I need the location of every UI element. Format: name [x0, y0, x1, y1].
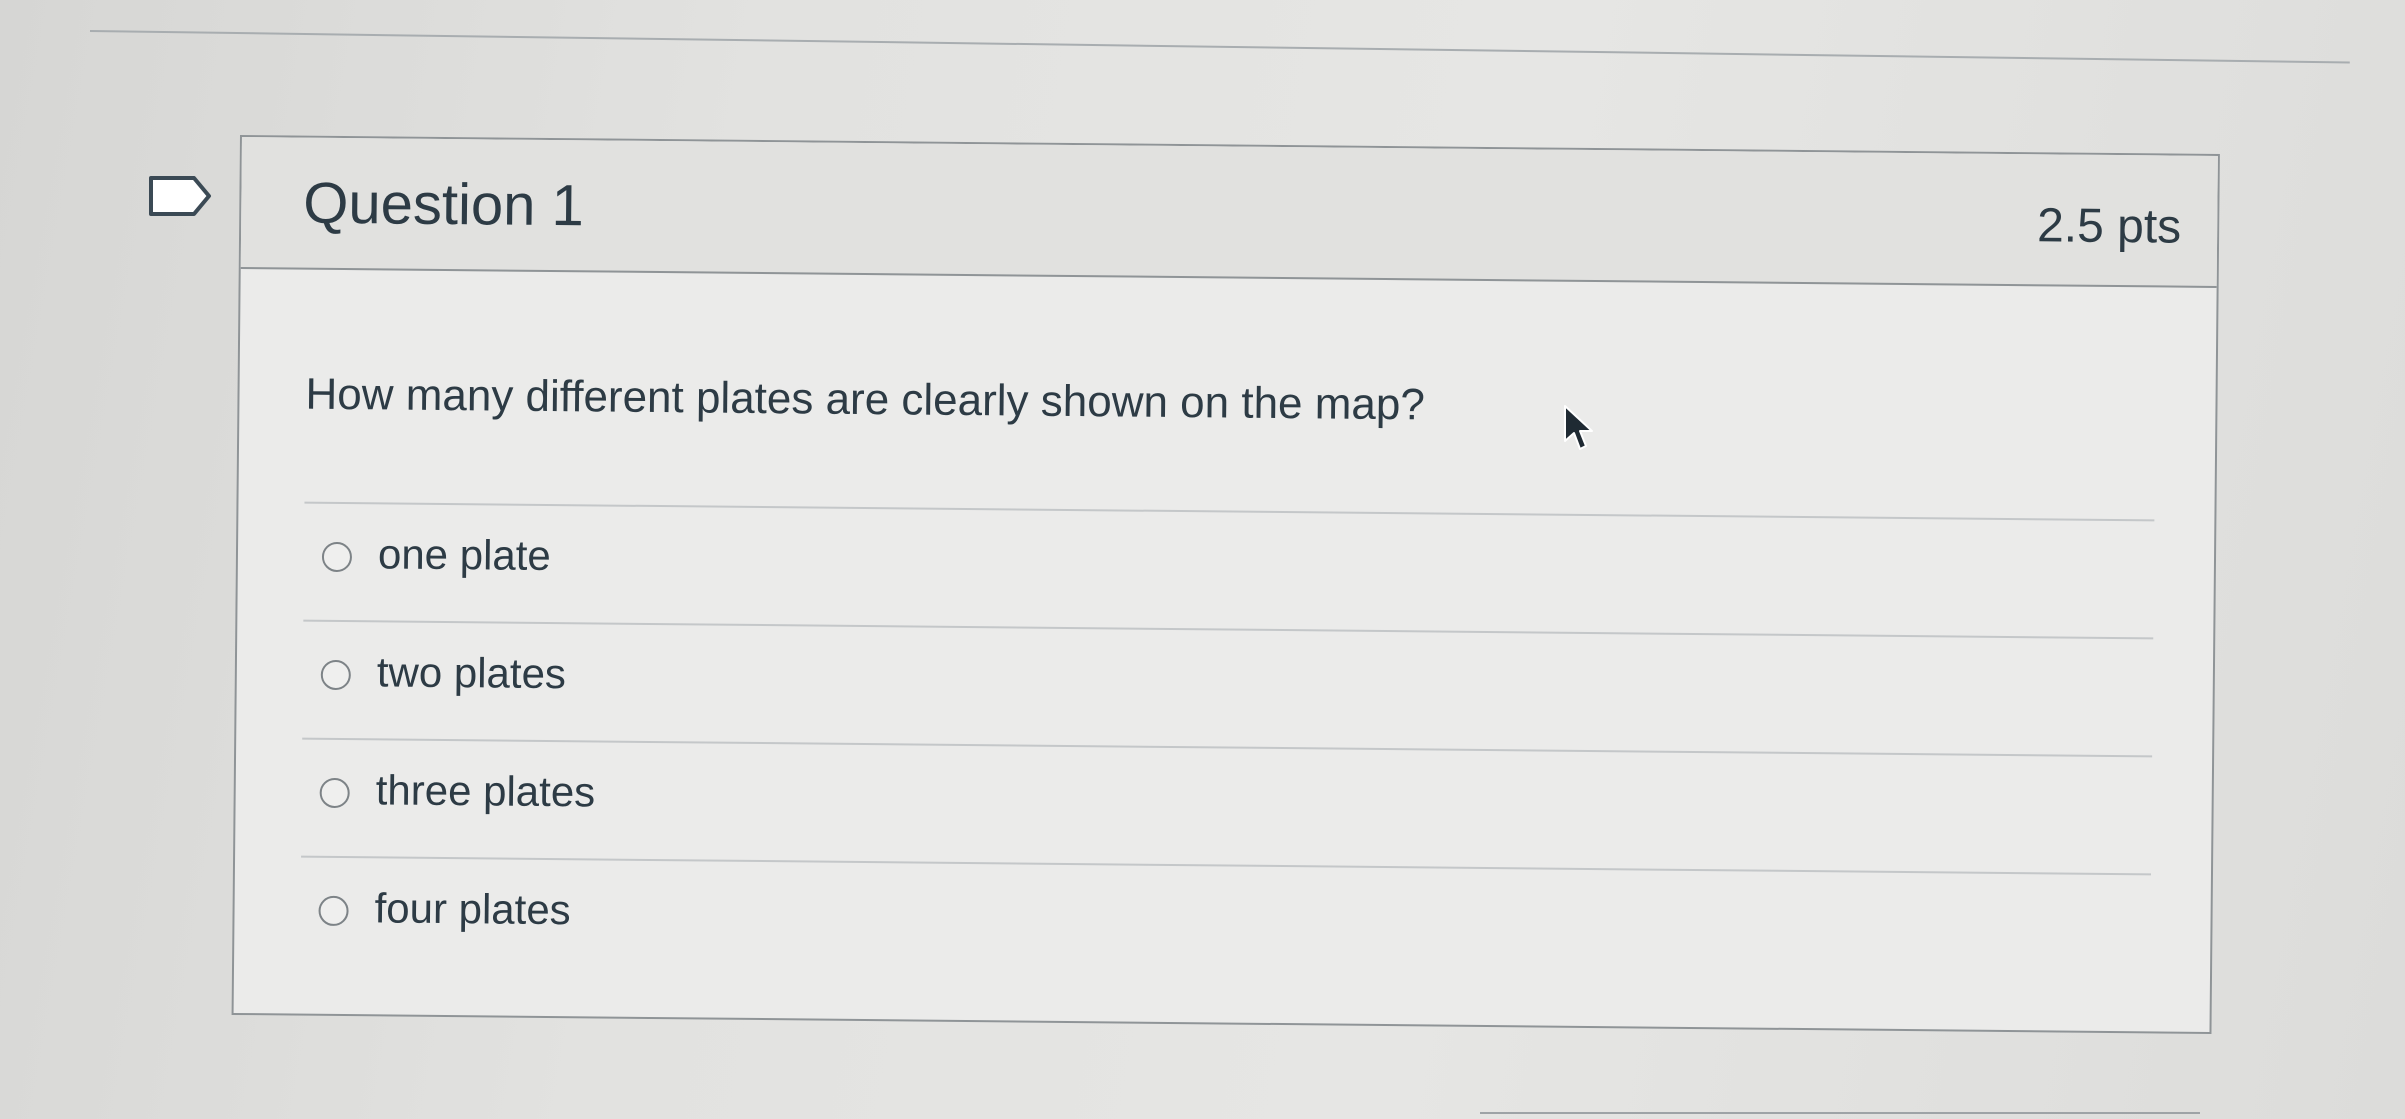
- question-title: Question 1: [303, 170, 585, 239]
- bookmark-flag-icon[interactable]: [148, 175, 212, 217]
- radio-button[interactable]: [319, 777, 350, 809]
- answer-option-three-plates[interactable]: three plates: [301, 737, 2153, 874]
- answer-list: one plate two plates three plates four p…: [299, 501, 2155, 992]
- answer-label[interactable]: three plates: [375, 766, 595, 816]
- answer-option-four-plates[interactable]: four plates: [299, 855, 2152, 992]
- answer-label[interactable]: two plates: [377, 648, 567, 698]
- answer-label[interactable]: one plate: [378, 530, 551, 580]
- radio-button[interactable]: [318, 895, 349, 927]
- radio-button[interactable]: [320, 659, 351, 691]
- radio-button[interactable]: [321, 541, 353, 573]
- bottom-divider: [1480, 1112, 2200, 1114]
- answer-option-one-plate[interactable]: one plate: [303, 501, 2155, 638]
- question-header: Question 1 2.5 pts: [240, 137, 2218, 288]
- mouse-pointer-icon: [1564, 405, 1593, 450]
- question-text: How many different plates are clearly sh…: [305, 369, 1426, 430]
- question-points: 2.5 pts: [2036, 199, 2182, 254]
- answer-label[interactable]: four plates: [374, 884, 571, 934]
- top-divider: [89, 30, 2350, 64]
- question-card: Question 1 2.5 pts How many different pl…: [231, 135, 2220, 1034]
- answer-option-two-plates[interactable]: two plates: [302, 619, 2154, 756]
